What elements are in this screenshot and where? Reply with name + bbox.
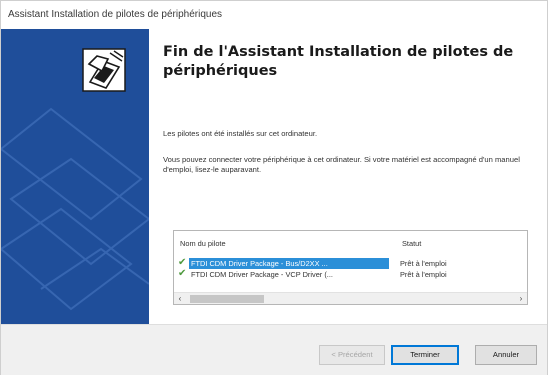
window-title: Assistant Installation de pilotes de pér… xyxy=(8,9,223,20)
title-bar: Assistant Installation de pilotes de pér… xyxy=(1,1,547,29)
driver-status: Prêt à l'emploi xyxy=(400,270,447,279)
installed-message: Les pilotes ont été installés sur cet or… xyxy=(163,129,318,138)
scroll-left-arrow-icon[interactable]: ‹ xyxy=(174,293,186,305)
driver-list[interactable]: Nom du pilote Statut ✔ FTDI CDM Driver P… xyxy=(173,230,528,305)
driver-row-bus-d2xx[interactable]: ✔ FTDI CDM Driver Package - Bus/D2XX ...… xyxy=(174,257,527,269)
driver-status: Prêt à l'emploi xyxy=(400,259,447,268)
wizard-side-banner xyxy=(1,29,149,324)
driver-name: FTDI CDM Driver Package - Bus/D2XX ... xyxy=(189,258,389,269)
column-header-driver-name[interactable]: Nom du pilote xyxy=(180,239,226,248)
previous-button[interactable]: < Précédent xyxy=(319,345,385,365)
driver-name: FTDI CDM Driver Package - VCP Driver (..… xyxy=(191,270,333,279)
wizard-window: Assistant Installation de pilotes de pér… xyxy=(0,0,548,375)
column-header-status[interactable]: Statut xyxy=(402,239,421,248)
horizontal-scrollbar[interactable]: ‹ › xyxy=(174,292,527,304)
finish-button[interactable]: Terminer xyxy=(391,345,459,365)
driver-row-vcp[interactable]: ✔ FTDI CDM Driver Package - VCP Driver (… xyxy=(174,268,527,280)
checkmark-icon: ✔ xyxy=(178,257,187,268)
banner-graphic xyxy=(1,48,149,311)
scroll-right-arrow-icon[interactable]: › xyxy=(515,293,527,305)
scrollbar-thumb[interactable] xyxy=(190,295,264,303)
driver-list-header: Nom du pilote Statut xyxy=(174,231,527,251)
page-title: Fin de l'Assistant Installation de pilot… xyxy=(163,44,514,79)
checkmark-icon: ✔ xyxy=(178,268,187,279)
cancel-button[interactable]: Annuler xyxy=(475,345,537,365)
button-bar: < Précédent Terminer Annuler xyxy=(1,324,547,375)
wizard-content: Fin de l'Assistant Installation de pilot… xyxy=(149,29,547,324)
connect-device-message: Vous pouvez connecter votre périphérique… xyxy=(163,155,520,174)
hardware-wizard-icon xyxy=(82,48,126,92)
